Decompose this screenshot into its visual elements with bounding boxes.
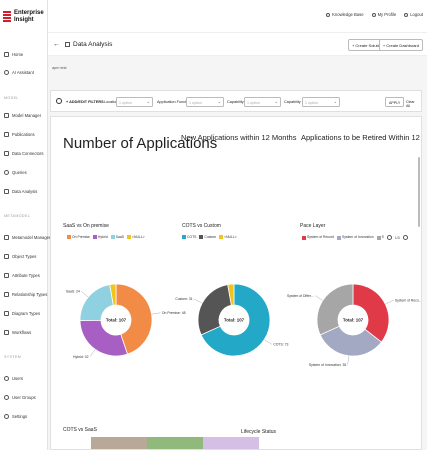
slice-label: Custom: 31 <box>175 297 192 301</box>
metamodel-manager-icon <box>4 235 9 240</box>
clear-all-button[interactable]: Clear All <box>403 97 421 108</box>
attribute-types-icon <box>4 273 9 278</box>
model-manager-icon <box>4 113 9 118</box>
filter-bar: + ADD/EDIT FILTERS Location 1 option App… <box>50 90 422 112</box>
slice-label: SaaS: 24 <box>66 290 80 294</box>
book-icon <box>326 12 331 17</box>
sidebar-item-workflows[interactable]: Workflows <box>4 330 31 335</box>
sidebar-item-queries[interactable]: Queries <box>4 170 27 175</box>
publications-icon <box>4 132 9 137</box>
ai-assistant-icon <box>4 70 9 75</box>
slice-label: System of Differ... <box>287 294 314 298</box>
sidebar-item-data-connectors[interactable]: Data Connectors <box>4 151 43 156</box>
sidebar-item-attribute-types[interactable]: Attribute Types <box>4 273 40 278</box>
slice-label: System of Innovation: 35 <box>309 363 346 367</box>
settings-icon <box>4 414 9 419</box>
slice-label-leader <box>194 298 203 304</box>
sidebar-item-users[interactable]: Users <box>4 376 23 381</box>
knowledge-base-link[interactable]: Knowledge Base <box>326 12 364 17</box>
sidebar-item-settings[interactable]: Settings <box>4 414 27 419</box>
slice-label-leader <box>264 339 272 345</box>
slice-label-leader <box>151 312 161 315</box>
sidebar-item-user-groups[interactable]: User Groups <box>4 395 36 400</box>
add-edit-filters-button[interactable]: + ADD/EDIT FILTERS <box>66 100 104 104</box>
relationship-types-icon <box>4 292 9 297</box>
sidebar-item-object-types[interactable]: Object Types <box>4 254 36 259</box>
capability-l1-select[interactable]: 1 option <box>244 97 281 107</box>
logo-line2: Insight <box>14 16 34 23</box>
slice-label: COTS: 73 <box>273 343 288 347</box>
filter-icon[interactable] <box>56 98 62 104</box>
stacked-bar-segment[interactable] <box>91 437 147 449</box>
object-types-icon <box>4 254 9 259</box>
slice-label-leader <box>385 300 394 305</box>
workflows-icon <box>4 330 9 335</box>
breadcrumb[interactable]: apm test <box>52 66 67 70</box>
slice-label-leader <box>81 291 89 298</box>
sidebar-item-diagram-types[interactable]: Diagram Types <box>4 311 40 316</box>
slice-label-leader <box>315 295 323 301</box>
data-connectors-icon <box>4 151 9 156</box>
slice-label: Hybrid: 32 <box>73 355 89 359</box>
logout-link[interactable]: Logout <box>404 12 423 17</box>
page-header: ← Data Analysis + Create Solution + Crea… <box>48 32 427 56</box>
section-metamodel: METAMODEL <box>4 214 31 218</box>
user-icon <box>371 12 376 17</box>
apply-button[interactable]: APPLY <box>385 97 405 107</box>
logo[interactable]: Enterprise Insight <box>3 10 44 23</box>
sidebar-item-relationship-types[interactable]: Relationship Types <box>4 292 47 297</box>
sidebar: Enterprise Insight Home AI Assistant MOD… <box>0 0 50 450</box>
logo-line1: Enterprise <box>14 10 44 16</box>
donut-charts: On Premise: 48 Hybrid: 32 SaaS: 24 Total: 1… <box>66 283 422 367</box>
chart-title-cots-vs-saas: COTS vs SaaS <box>63 427 97 433</box>
sidebar-item-metamodel-manager[interactable]: Metamodel Manager <box>4 235 50 240</box>
sidebar-item-data-analysis[interactable]: Data Analysis <box>4 189 37 194</box>
application-function-select[interactable]: 1 option <box>186 97 224 107</box>
slice-label: System of Reco... <box>395 298 422 302</box>
location-select[interactable]: 1 option <box>116 97 153 107</box>
logout-icon <box>404 12 409 17</box>
chart-title-lifecycle: Lifecycle Status <box>241 429 277 435</box>
back-arrow-icon[interactable]: ← <box>53 41 60 48</box>
sidebar-item-home[interactable]: Home <box>4 52 23 57</box>
slice-label-leader <box>89 349 96 357</box>
page-title: Data Analysis <box>65 41 112 48</box>
diagram-types-icon <box>4 311 9 316</box>
data-analysis-icon <box>4 189 9 194</box>
users-icon <box>4 376 9 381</box>
stacked-bar-segment[interactable] <box>147 437 203 449</box>
donut-total-label: Total: 107 <box>106 318 127 323</box>
stacked-bar-segment[interactable] <box>203 437 259 449</box>
home-icon <box>4 52 9 57</box>
slice-label: On Premise: 48 <box>162 311 186 315</box>
topbar: Knowledge Base My Profile Logout <box>48 0 427 32</box>
donut-total-label: Total: 107 <box>343 318 364 323</box>
data-analysis-icon <box>65 42 70 47</box>
section-model: MODEL <box>4 96 19 100</box>
create-dashboard-button[interactable]: + Create Dashboard <box>378 39 423 51</box>
sidebar-item-publications[interactable]: Publications <box>4 132 35 137</box>
logo-mark-icon <box>3 10 11 23</box>
sidebar-item-ai-assistant[interactable]: AI Assistant <box>4 70 34 75</box>
slice-label-leader <box>347 355 349 365</box>
user-groups-icon <box>4 395 9 400</box>
donut-total-label: Total: 107 <box>224 318 245 323</box>
my-profile-link[interactable]: My Profile <box>371 12 396 17</box>
queries-icon <box>4 170 9 175</box>
dashboard-content: Number of Applications New Applications … <box>50 116 422 450</box>
sidebar-item-model-manager[interactable]: Model Manager <box>4 113 41 118</box>
capability-l2-select[interactable]: 1 option <box>302 97 340 107</box>
section-system: SYSTEM <box>4 355 22 359</box>
